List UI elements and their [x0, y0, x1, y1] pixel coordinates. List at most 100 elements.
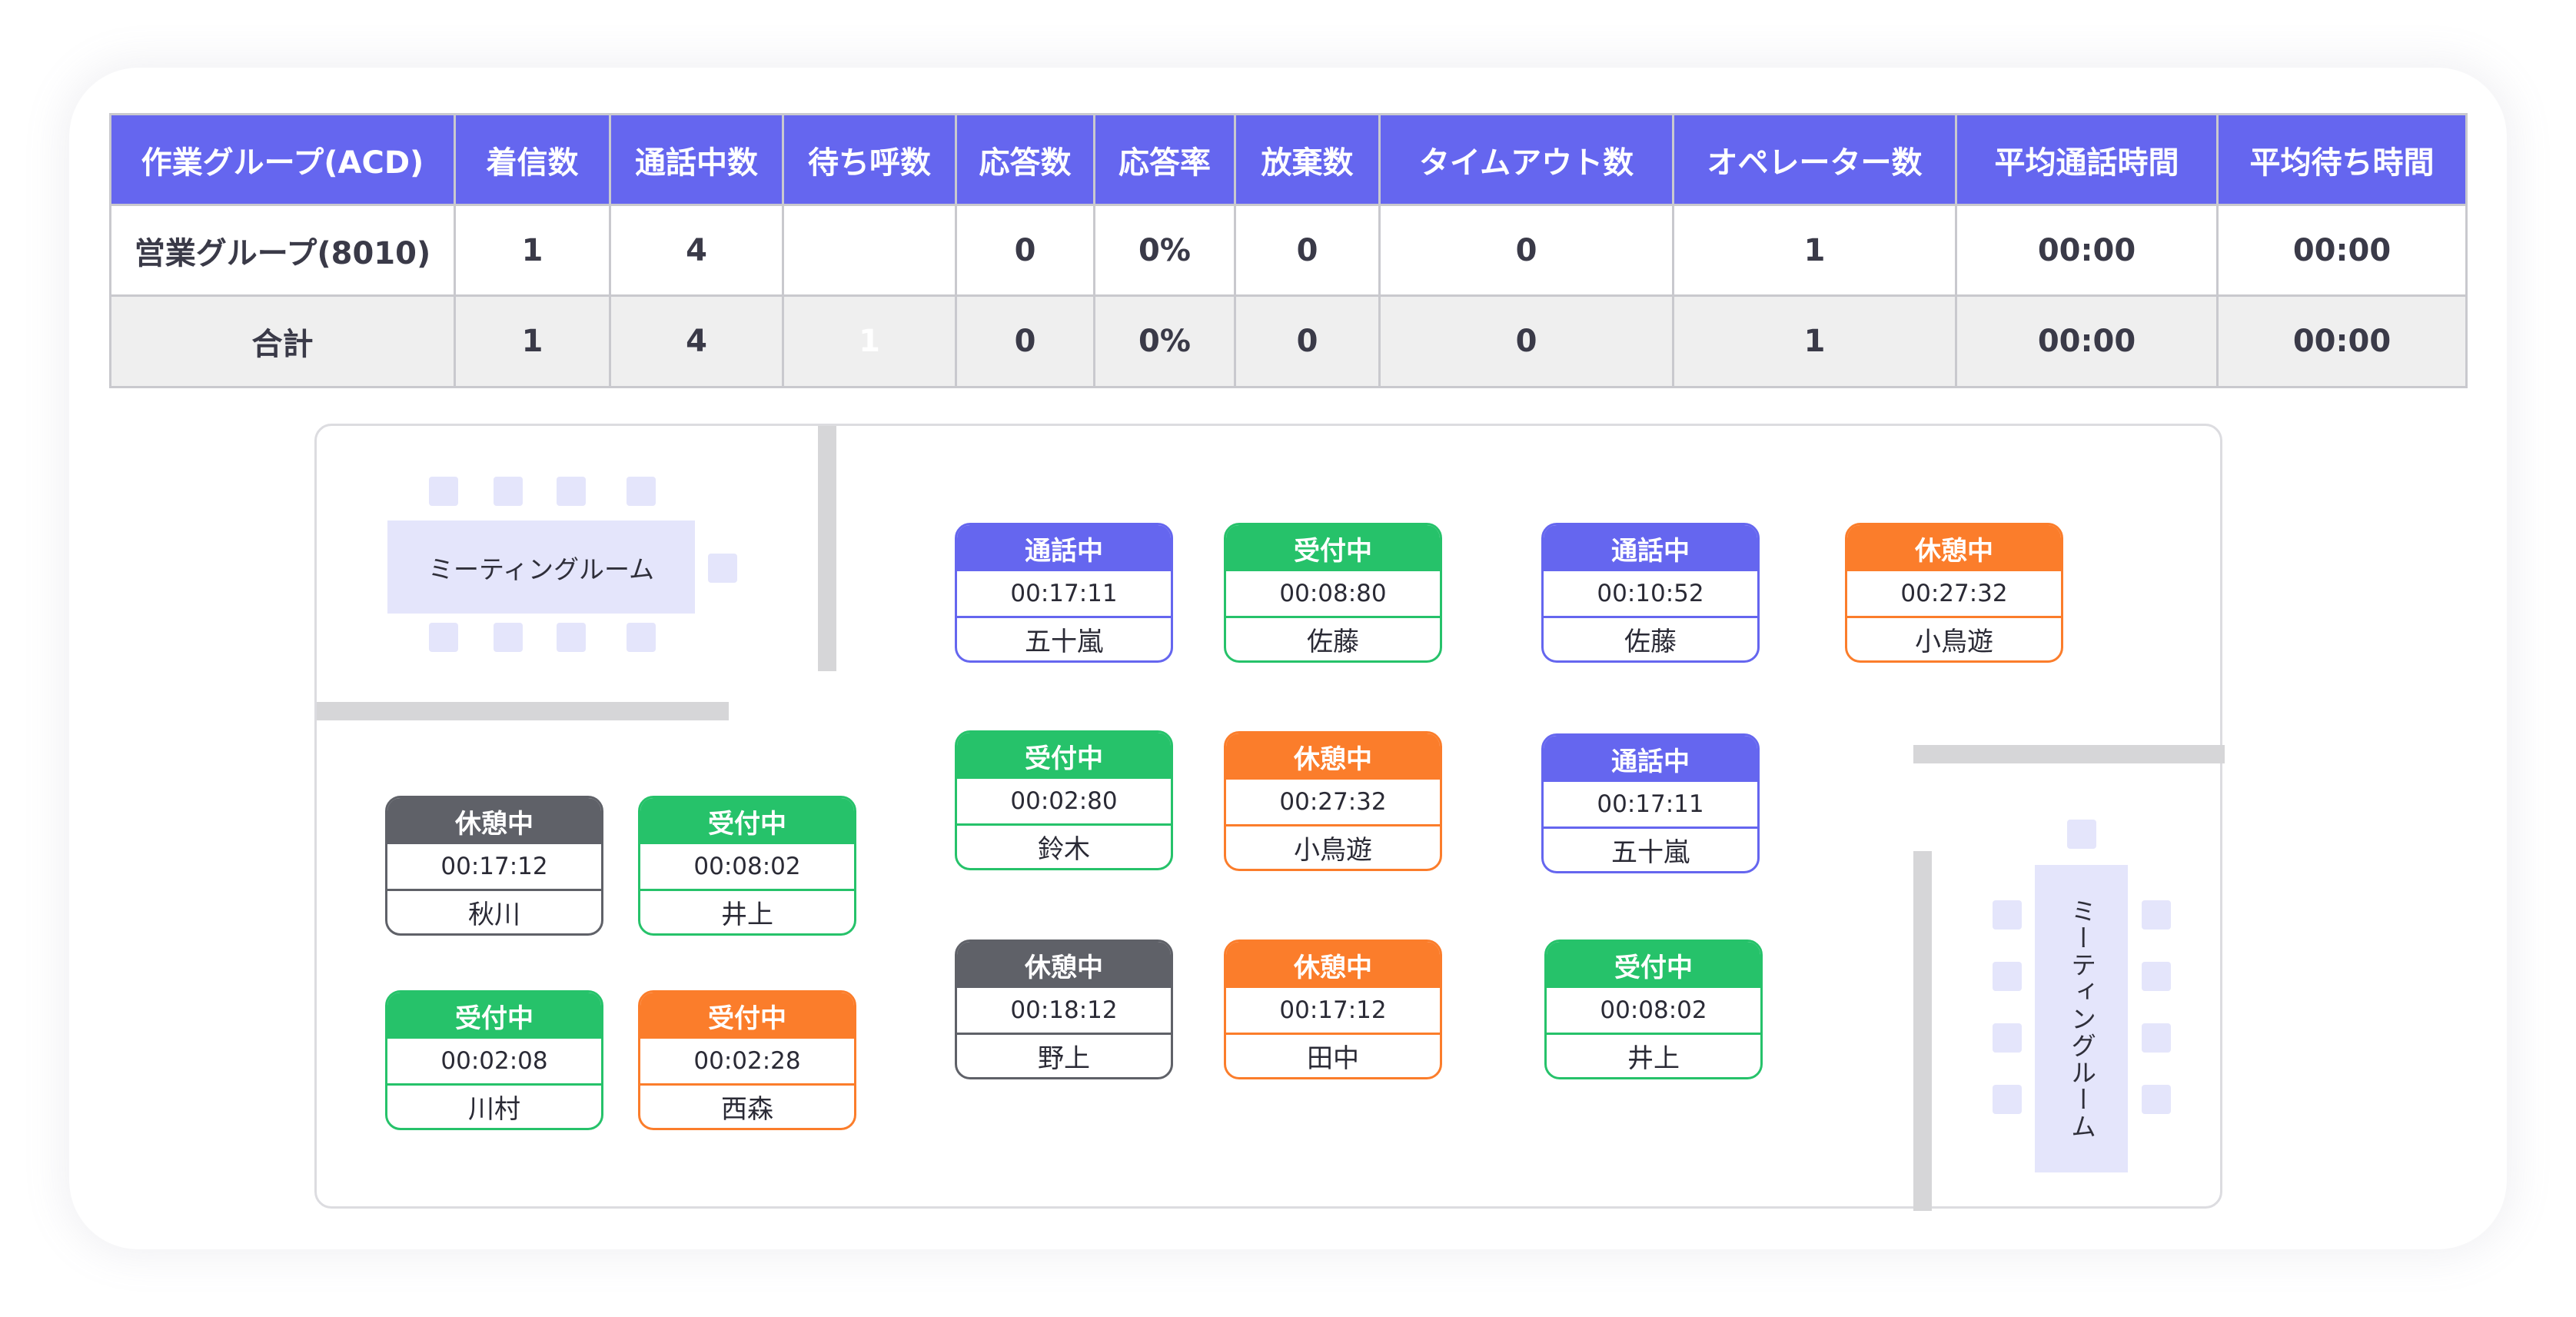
header-abandoned[interactable]: 放棄数 [1234, 113, 1381, 206]
chair [2142, 1023, 2171, 1053]
header-avg-talk-time[interactable]: 平均通話時間 [1955, 113, 2219, 206]
operator-status: 受付中 [640, 798, 854, 844]
operator-timer: 00:02:80 [957, 779, 1171, 826]
cell-in-call: 4 [609, 204, 784, 297]
operator-status: 通話中 [1544, 736, 1757, 782]
operator-timer: 00:10:52 [1544, 571, 1757, 618]
operator-status: 休憩中 [387, 798, 601, 844]
chair [1993, 962, 2022, 991]
chair [494, 623, 523, 652]
operator-card[interactable]: 受付中 00:02:28 西森 [638, 990, 856, 1130]
cell-abandoned: 0 [1234, 294, 1381, 388]
header-timeout[interactable]: タイムアウト数 [1378, 113, 1674, 206]
operator-name: 田中 [1307, 1043, 1359, 1074]
operator-card[interactable]: 休憩中 00:18:12 野上 [955, 940, 1173, 1079]
chair [2142, 1085, 2171, 1114]
operator-name: 佐藤 [1307, 627, 1359, 657]
operator-timer: 00:17:11 [1544, 782, 1757, 829]
operator-card[interactable]: 休憩中 00:27:32 小鳥遊 [1224, 731, 1442, 871]
operator-card[interactable]: 受付中 00:08:02 井上 [1544, 940, 1763, 1079]
operator-name: 井上 [721, 900, 773, 930]
table-row[interactable]: 営業グループ(8010) 1 4 1 0 0% 0 0 1 00:00 00:0… [109, 204, 2468, 297]
operator-status: 受付中 [1226, 525, 1440, 571]
floor-map: ミーティングルーム ミーティングルーム 通話中 00:17:11 五十嵐 受付中… [314, 424, 2225, 1211]
chair [1993, 900, 2022, 930]
cell-incoming: 1 [454, 204, 611, 297]
operator-status: 休憩中 [1226, 942, 1440, 988]
cell-answer-rate: 0% [1093, 204, 1236, 297]
chair [627, 623, 656, 652]
cell-waiting-alert: 1 [782, 204, 957, 297]
operator-card[interactable]: 休憩中 00:27:32 小鳥遊 [1845, 523, 2063, 663]
wall [1913, 851, 1932, 1211]
cell-in-call: 4 [609, 294, 784, 388]
operator-name: 野上 [1038, 1043, 1090, 1074]
wall [1913, 745, 2225, 763]
header-in-call[interactable]: 通話中数 [609, 113, 784, 206]
header-work-group[interactable]: 作業グループ(ACD) [109, 113, 456, 206]
chair [557, 623, 586, 652]
operator-status: 休憩中 [1847, 525, 2061, 571]
operator-name: 井上 [1627, 1043, 1680, 1074]
chair [627, 477, 656, 506]
cell-timeout: 0 [1378, 204, 1674, 297]
meeting-room-label: ミーティングルーム [427, 554, 655, 584]
cell-total-label: 合計 [109, 294, 456, 388]
chair [1993, 1085, 2022, 1114]
cell-timeout: 0 [1378, 294, 1674, 388]
operator-timer: 00:17:11 [957, 571, 1171, 618]
chair [429, 623, 458, 652]
chair [2067, 820, 2096, 849]
chair [494, 477, 523, 506]
operator-status: 休憩中 [1226, 733, 1440, 780]
operator-card[interactable]: 受付中 00:08:80 佐藤 [1224, 523, 1442, 663]
table-header-row: 作業グループ(ACD) 着信数 通話中数 待ち呼数 応答数 応答率 放棄数 タイ… [109, 113, 2468, 206]
cell-answered: 0 [955, 204, 1095, 297]
operator-status: 受付中 [1547, 942, 1760, 988]
cell-waiting-alert: 1 [782, 294, 957, 388]
operator-card[interactable]: 受付中 00:02:08 川村 [385, 990, 603, 1130]
operator-name: 鈴木 [1038, 834, 1090, 865]
cell-operators: 1 [1672, 204, 1957, 297]
meeting-room-table[interactable]: ミーティングルーム [387, 520, 695, 614]
acd-stats-table: 作業グループ(ACD) 着信数 通話中数 待ち呼数 応答数 応答率 放棄数 タイ… [109, 113, 2468, 388]
chair [2142, 900, 2171, 930]
cell-answer-rate: 0% [1093, 294, 1236, 388]
operator-name: 小鳥遊 [1915, 627, 1993, 657]
operator-status: 通話中 [957, 525, 1171, 571]
header-answered[interactable]: 応答数 [955, 113, 1095, 206]
header-avg-wait-time[interactable]: 平均待ち時間 [2216, 113, 2468, 206]
chair [708, 554, 737, 583]
header-operators[interactable]: オペレーター数 [1672, 113, 1957, 206]
chair [2142, 962, 2171, 991]
cell-answered: 0 [955, 294, 1095, 388]
meeting-room-table[interactable]: ミーティングルーム [2035, 865, 2128, 1172]
meeting-room-label: ミーティングルーム [2066, 897, 2097, 1140]
header-answer-rate[interactable]: 応答率 [1093, 113, 1236, 206]
wall [317, 702, 729, 720]
operator-card[interactable]: 休憩中 00:17:12 秋川 [385, 796, 603, 936]
operator-timer: 00:17:12 [1226, 988, 1440, 1035]
operator-name: 西森 [721, 1094, 773, 1125]
operator-card[interactable]: 休憩中 00:17:12 田中 [1224, 940, 1442, 1079]
operator-card[interactable]: 通話中 00:17:11 五十嵐 [955, 523, 1173, 663]
operator-timer: 00:08:02 [1547, 988, 1760, 1035]
operator-card[interactable]: 受付中 00:08:02 井上 [638, 796, 856, 936]
operator-card[interactable]: 通話中 00:17:11 五十嵐 [1541, 733, 1760, 873]
header-waiting[interactable]: 待ち呼数 [782, 113, 957, 206]
operator-timer: 00:02:28 [640, 1039, 854, 1086]
operator-status: 休憩中 [957, 942, 1171, 988]
operator-status: 受付中 [640, 993, 854, 1039]
operator-name: 小鳥遊 [1294, 835, 1372, 866]
operator-card[interactable]: 通話中 00:10:52 佐藤 [1541, 523, 1760, 663]
wall [818, 426, 836, 671]
operator-card[interactable]: 受付中 00:02:80 鈴木 [955, 730, 1173, 870]
cell-avg-talk-time: 00:00 [1955, 204, 2219, 297]
operator-name: 佐藤 [1624, 627, 1677, 657]
header-incoming[interactable]: 着信数 [454, 113, 611, 206]
operator-name: 五十嵐 [1025, 627, 1103, 657]
operator-name: 五十嵐 [1611, 837, 1690, 868]
operator-name: 川村 [468, 1094, 520, 1125]
operator-timer: 00:27:32 [1847, 571, 2061, 618]
operator-timer: 00:18:12 [957, 988, 1171, 1035]
